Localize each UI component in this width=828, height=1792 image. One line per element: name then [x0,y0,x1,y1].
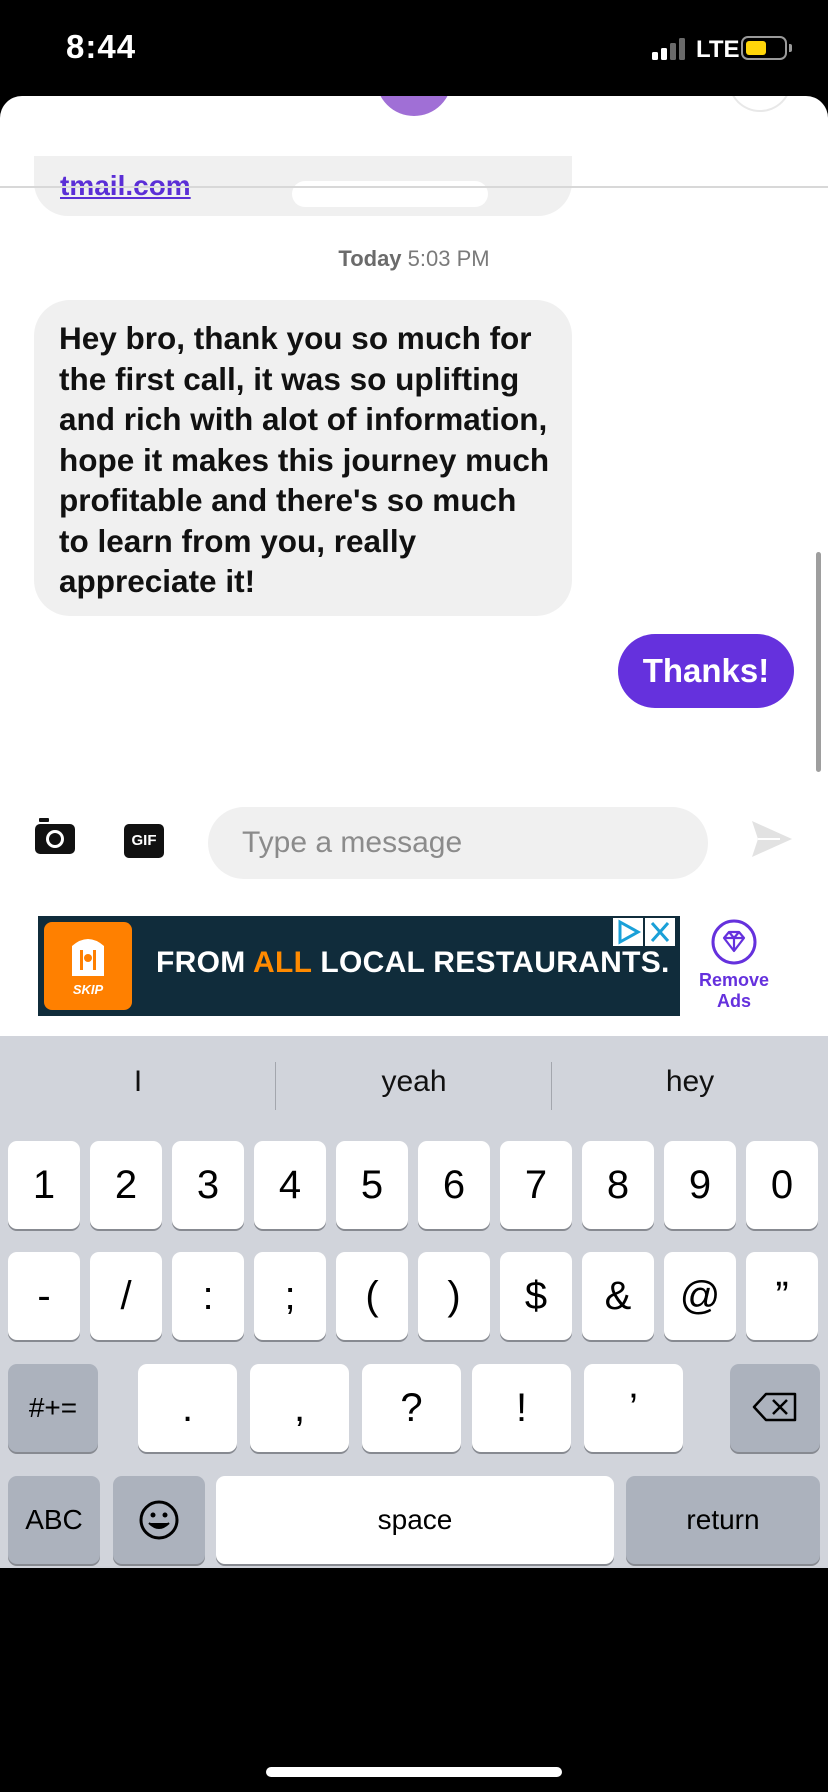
diamond-icon[interactable] [710,918,758,966]
key-9[interactable]: 9 [664,1141,736,1229]
key-exclamation[interactable]: ! [472,1364,571,1452]
key-quote[interactable]: ” [746,1252,818,1340]
header-divider [0,186,828,188]
ad-headline-highlight: ALL [253,946,312,979]
gif-button[interactable]: GIF [124,824,164,858]
key-5[interactable]: 5 [336,1141,408,1229]
space-key[interactable]: space [216,1476,614,1564]
key-slash[interactable]: / [90,1252,162,1340]
skip-logo-text: SKIP [72,982,104,997]
key-apostrophe[interactable]: ’ [584,1364,683,1452]
message-timestamp: Today 5:03 PM [0,246,828,272]
incoming-message-text: Hey bro, thank you so much for the first… [59,320,550,599]
timestamp-time: 5:03 PM [407,246,490,271]
adchoices-icon[interactable] [613,918,643,946]
key-3[interactable]: 3 [172,1141,244,1229]
home-indicator[interactable] [266,1767,562,1777]
key-2[interactable]: 2 [90,1141,162,1229]
symbols-key[interactable]: #+= [8,1364,98,1452]
key-open-paren[interactable]: ( [336,1252,408,1340]
key-period[interactable]: . [138,1364,237,1452]
suggestion-3[interactable]: hey [552,1058,828,1106]
skip-logo: SKIP [44,922,132,1010]
network-type: LTE [696,36,740,63]
restaurant-icon [72,939,104,976]
ad-headline: FROM ALL LOCAL RESTAURANTS. [156,946,670,980]
key-comma[interactable]: , [250,1364,349,1452]
key-7[interactable]: 7 [500,1141,572,1229]
scrollbar[interactable] [816,552,821,772]
header-action-button[interactable] [728,96,792,112]
emoji-key[interactable] [113,1476,205,1564]
cell-signal-icon [652,38,685,60]
key-0[interactable]: 0 [746,1141,818,1229]
key-hyphen[interactable]: - [8,1252,80,1340]
backspace-icon [752,1392,797,1422]
send-icon[interactable] [750,818,794,860]
key-question[interactable]: ? [362,1364,461,1452]
message-input[interactable] [208,807,708,879]
camera-icon[interactable] [34,818,76,856]
return-key[interactable]: return [626,1476,820,1564]
incoming-message-bubble[interactable]: Hey bro, thank you so much for the first… [34,300,572,616]
contact-avatar[interactable] [376,96,452,116]
ad-banner[interactable]: SKIP FROM ALL LOCAL RESTAURANTS. [38,916,680,1016]
suggestion-1[interactable]: I [0,1058,276,1106]
keyboard: I yeah hey 1 2 3 4 5 6 7 8 9 0 - / : ; (… [0,1036,828,1568]
key-semicolon[interactable]: ; [254,1252,326,1340]
key-6[interactable]: 6 [418,1141,490,1229]
outgoing-message-bubble[interactable]: Thanks! [618,634,794,708]
timestamp-day: Today [338,246,402,271]
backspace-key[interactable] [730,1364,820,1452]
status-time: 8:44 [66,28,137,65]
ad-headline-suffix: LOCAL RESTAURANTS. [311,946,670,979]
battery-icon [741,36,792,60]
key-ampersand[interactable]: & [582,1252,654,1340]
ad-headline-prefix: FROM [156,946,254,979]
key-1[interactable]: 1 [8,1141,80,1229]
suggestion-2[interactable]: yeah [276,1058,552,1106]
key-8[interactable]: 8 [582,1141,654,1229]
key-at[interactable]: @ [664,1252,736,1340]
remove-ads-button[interactable]: Remove Ads [694,970,774,1012]
key-colon[interactable]: : [172,1252,244,1340]
emoji-icon [139,1500,179,1540]
ad-close-icon[interactable] [645,918,675,946]
key-4[interactable]: 4 [254,1141,326,1229]
redaction-scribble [292,181,488,207]
abc-key[interactable]: ABC [8,1476,100,1564]
key-dollar[interactable]: $ [500,1252,572,1340]
key-close-paren[interactable]: ) [418,1252,490,1340]
